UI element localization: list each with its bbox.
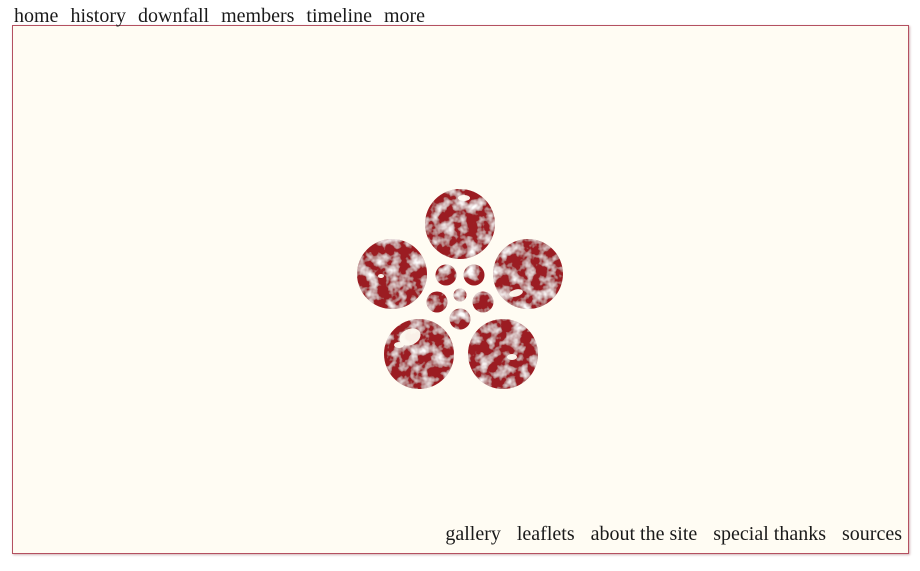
- stamen-top-left: [435, 264, 457, 286]
- plum-blossom-crest-icon: [357, 189, 563, 389]
- nav-leaflets-link[interactable]: leaflets: [517, 521, 575, 547]
- nav-gallery-link[interactable]: gallery: [445, 521, 501, 547]
- stamen-center: [453, 288, 467, 302]
- stamen-top-right: [463, 264, 485, 286]
- nav-more-link[interactable]: more: [384, 3, 425, 29]
- nav-members-link[interactable]: members: [221, 3, 294, 29]
- wear-spot: [458, 195, 470, 201]
- wear-spot: [507, 354, 517, 360]
- nav-home-link[interactable]: home: [14, 3, 58, 29]
- wear-spot: [394, 342, 404, 348]
- nav-downfall-link[interactable]: downfall: [138, 3, 209, 29]
- petal-right: [493, 239, 563, 309]
- nav-sources-link[interactable]: sources: [842, 521, 902, 547]
- wear-spot: [378, 274, 384, 278]
- petal-bottom-left: [384, 319, 454, 389]
- nav-timeline-link[interactable]: timeline: [306, 3, 372, 29]
- top-navigation: home history downfall members timeline m…: [14, 3, 425, 29]
- nav-about-site-link[interactable]: about the site: [591, 521, 698, 547]
- stamen-left: [426, 291, 448, 313]
- stamen-right: [472, 291, 494, 313]
- petal-left: [357, 239, 427, 309]
- stamen-bottom: [449, 308, 471, 330]
- bottom-navigation: gallery leaflets about the site special …: [445, 521, 902, 547]
- petal-bottom-right: [468, 319, 538, 389]
- page: home history downfall members timeline m…: [0, 0, 920, 571]
- nav-special-thanks-link[interactable]: special thanks: [713, 521, 826, 547]
- nav-history-link[interactable]: history: [70, 3, 126, 29]
